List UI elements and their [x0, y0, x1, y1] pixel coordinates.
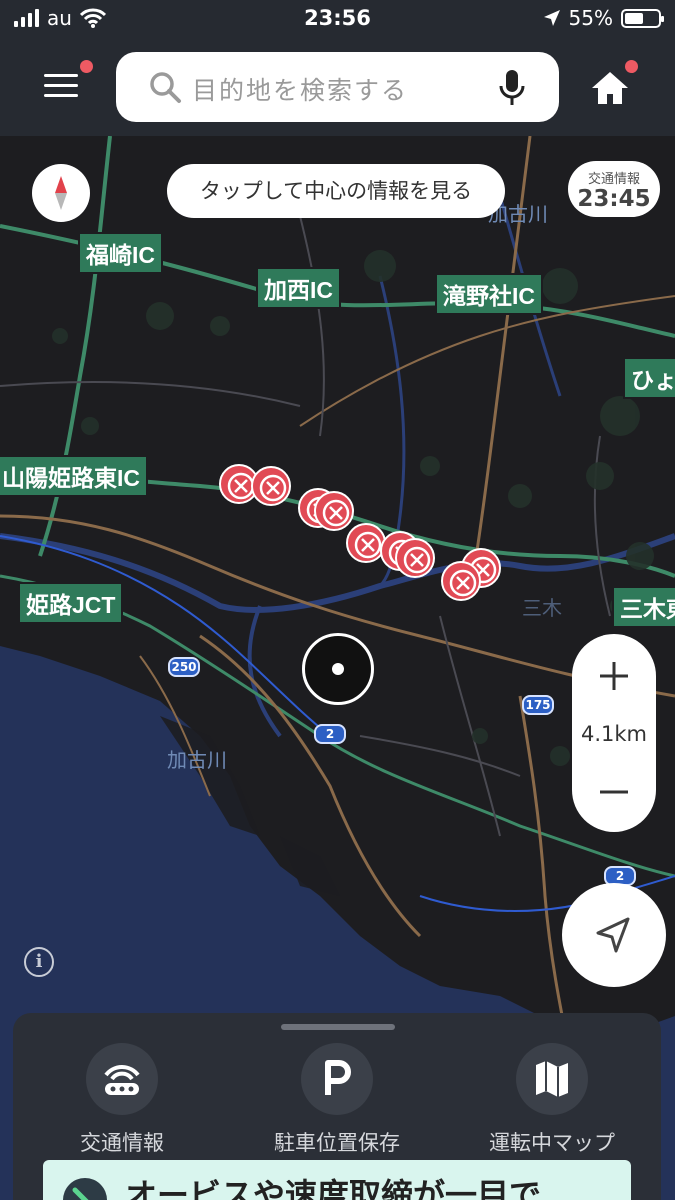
- sheet-handle[interactable]: [281, 1024, 395, 1030]
- zoom-out-button[interactable]: [572, 760, 656, 824]
- home-notification-dot: [625, 60, 638, 73]
- ic-label-miki-higashi: 三木東: [612, 586, 675, 628]
- compass-button[interactable]: [32, 164, 90, 222]
- traffic-info-label: 交通情報: [587, 172, 640, 187]
- route-shield-2: 2: [314, 724, 346, 744]
- menu-notification-dot: [80, 60, 93, 73]
- center-info-button[interactable]: タップして中心の情報を見る: [167, 164, 505, 218]
- traffic-icon: [86, 1043, 158, 1115]
- status-bar: au 23:56 55%: [0, 0, 675, 38]
- ic-label-himeji-jct: 姫路JCT: [18, 582, 124, 624]
- location-arrow-icon: [543, 10, 560, 26]
- search-input[interactable]: 目的地を検索する: [192, 71, 408, 107]
- place-label-kakogawa: 加古川: [167, 748, 227, 772]
- parking-icon: [301, 1043, 373, 1115]
- zoom-control: 4.1km: [572, 634, 656, 832]
- zoom-in-button[interactable]: [572, 644, 656, 708]
- locate-button[interactable]: [562, 883, 666, 987]
- info-icon[interactable]: i: [24, 947, 54, 977]
- ic-label-takinoyashiro: 滝野社IC: [435, 273, 543, 315]
- promo-banner[interactable]: オービスや速度取締が一目で: [43, 1160, 631, 1200]
- closure-icon[interactable]: [314, 491, 354, 531]
- closure-icon[interactable]: [251, 466, 291, 506]
- sheet-item-label: 運転中マップ: [489, 1131, 615, 1155]
- sheet-item-label: 交通情報: [80, 1131, 164, 1155]
- traffic-info-time: 23:45: [577, 186, 651, 212]
- closure-icon[interactable]: [441, 561, 481, 601]
- route-shield-250: 250: [168, 657, 200, 677]
- map-icon: [516, 1043, 588, 1115]
- closure-icon[interactable]: [395, 538, 435, 578]
- home-icon[interactable]: [588, 68, 632, 108]
- ic-label-fukusaki: 福崎IC: [78, 232, 163, 274]
- promo-text: オービスや速度取締が一目で: [125, 1176, 542, 1200]
- route-shield-175: 175: [522, 695, 554, 715]
- place-label-miki: 三木: [522, 596, 562, 620]
- menu-button[interactable]: [44, 74, 86, 106]
- compass-icon: [55, 176, 67, 210]
- status-right: 55%: [543, 6, 664, 30]
- speed-camera-icon: [63, 1178, 107, 1200]
- sheet-item-drive-map[interactable]: 運転中マップ: [462, 1043, 642, 1157]
- current-position-marker: [302, 633, 374, 705]
- ic-label-kasai: 加西IC: [256, 267, 341, 309]
- ic-label-sanyo-himeji-higashi: 山陽姫路東IC: [0, 455, 148, 497]
- map-scale: 4.1km: [580, 722, 647, 746]
- search-bar[interactable]: 目的地を検索する: [116, 52, 559, 122]
- top-bar: 目的地を検索する: [0, 38, 675, 136]
- sheet-item-label: 駐車位置保存: [274, 1131, 400, 1155]
- ic-label-hyo: ひょ: [623, 357, 675, 399]
- navigation-arrow-icon: [596, 917, 630, 953]
- microphone-icon[interactable]: [497, 68, 527, 108]
- sheet-item-parking[interactable]: 駐車位置保存: [247, 1043, 427, 1157]
- sheet-item-traffic[interactable]: 交通情報: [32, 1043, 212, 1157]
- battery-percent: 55%: [568, 6, 613, 30]
- battery-icon: [621, 8, 664, 28]
- bottom-sheet: 交通情報 駐車位置保存 運転中マップ オービスや速度取締が一目で: [13, 1013, 661, 1200]
- traffic-info-timestamp[interactable]: 交通情報 23:45: [568, 161, 660, 217]
- search-icon: [150, 72, 181, 103]
